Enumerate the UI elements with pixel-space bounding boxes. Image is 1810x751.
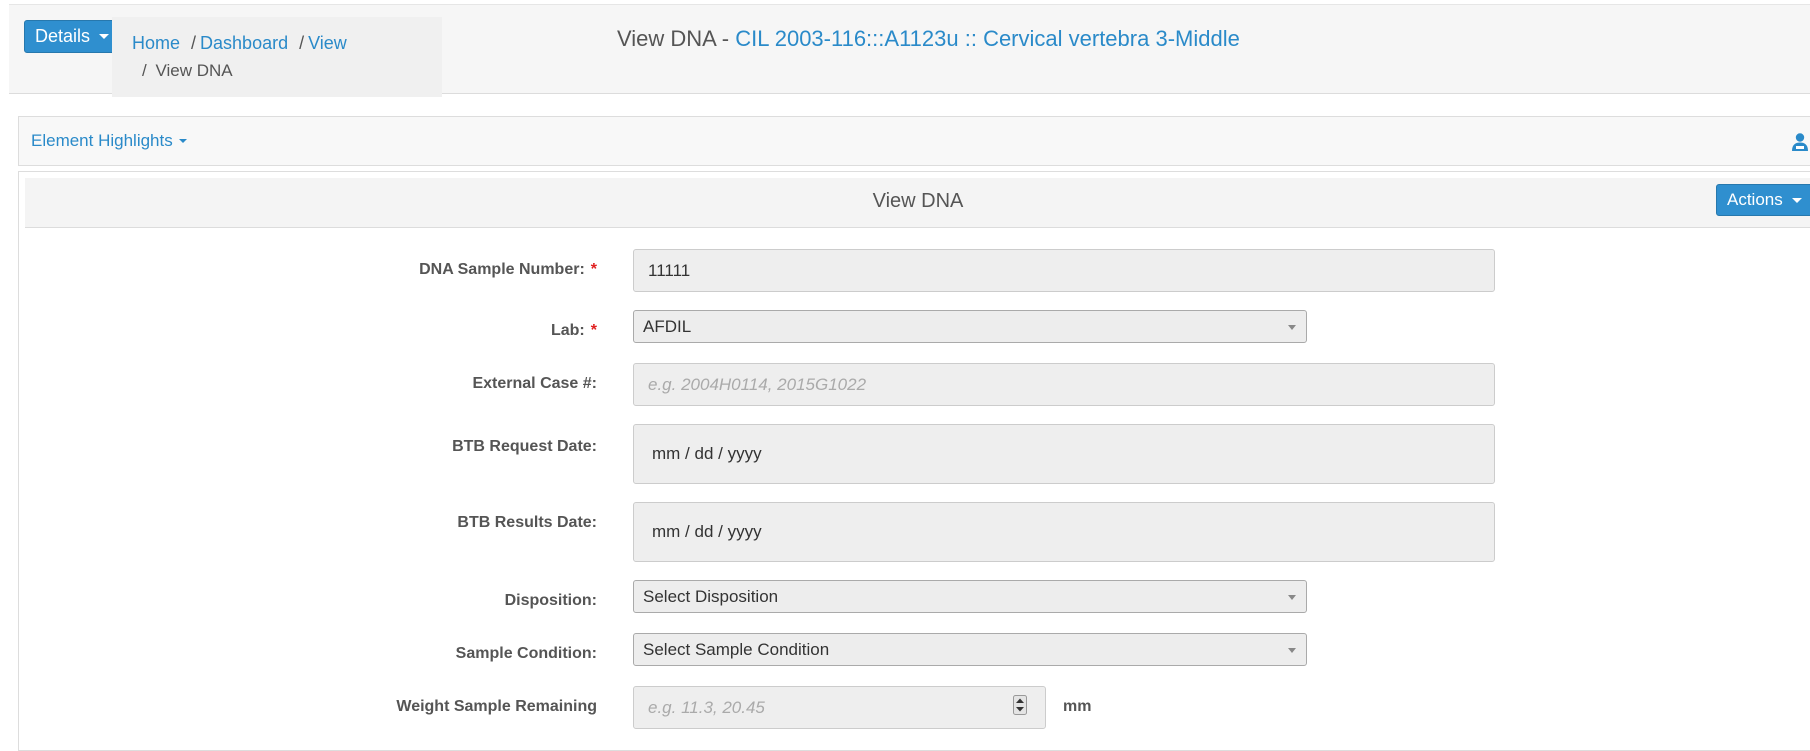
select-arrow-icon	[1288, 647, 1296, 653]
sample-condition-select[interactable]: Select Sample Condition	[633, 633, 1307, 666]
select-arrow-icon	[1288, 324, 1296, 330]
sample-condition-selected-value: Select Sample Condition	[643, 639, 830, 659]
external-case-placeholder: e.g. 2004H0114, 2015G1022	[648, 374, 867, 394]
btb-results-date-label: BTB Results Date:	[457, 514, 597, 531]
btb-request-date-input[interactable]: mm / dd / yyyy	[633, 424, 1495, 484]
btb-results-date-input[interactable]: mm / dd / yyyy	[633, 502, 1495, 562]
details-button-label: Details	[35, 26, 91, 46]
dna-sample-number-label-text: DNA Sample Number:	[419, 261, 585, 278]
panel-header: View DNA Actions	[25, 178, 1810, 228]
disposition-label: Disposition:	[504, 592, 597, 609]
details-dropdown-button[interactable]: Details	[24, 20, 121, 53]
lab-label-text: Lab:	[550, 322, 585, 339]
disposition-select[interactable]: Select Disposition	[633, 580, 1307, 613]
breadcrumb: Home / Dashboard / View / View DNA	[112, 17, 442, 97]
element-highlights-label: Element Highlights	[31, 131, 173, 150]
dna-sample-number-value: 11111	[648, 260, 691, 280]
page-title-link[interactable]: CIL 2003-116:::A1123u :: Cervical verteb…	[735, 26, 1240, 51]
breadcrumb-view[interactable]: View	[308, 33, 347, 53]
lab-selected-value: AFDIL	[643, 316, 692, 336]
btb-request-date-label: BTB Request Date:	[452, 438, 597, 455]
external-case-label: External Case #:	[472, 375, 597, 392]
caret-down-icon	[1791, 197, 1802, 203]
element-highlights-bar: Element Highlights	[18, 116, 1810, 166]
sample-condition-label: Sample Condition:	[455, 645, 597, 662]
external-case-input[interactable]: e.g. 2004H0114, 2015G1022	[633, 363, 1495, 406]
page-title: View DNA - CIL 2003-116:::A1123u :: Cerv…	[617, 26, 1240, 52]
element-highlights-dropdown[interactable]: Element Highlights	[31, 131, 187, 151]
breadcrumb-dashboard[interactable]: Dashboard	[200, 33, 288, 53]
btb-request-date-value: mm / dd / yyyy	[652, 444, 762, 463]
breadcrumb-separator: /	[142, 61, 147, 80]
caret-down-icon	[178, 139, 187, 143]
page-title-prefix: View DNA -	[617, 26, 736, 51]
user-icon[interactable]	[1791, 132, 1809, 152]
lab-label: Lab: *	[551, 322, 597, 340]
weight-remaining-input[interactable]: e.g. 11.3, 20.45	[633, 686, 1046, 729]
breadcrumb-separator: /	[299, 33, 305, 53]
weight-remaining-label: Weight Sample Remaining	[396, 698, 597, 715]
page-header: Details Home / Dashboard / View / View DNA V…	[9, 4, 1810, 97]
weight-remaining-placeholder: e.g. 11.3, 20.45	[648, 697, 765, 717]
actions-dropdown-button[interactable]: Actions	[1716, 184, 1810, 216]
disposition-selected-value: Select Disposition	[643, 586, 779, 606]
required-marker: *	[590, 261, 597, 278]
dna-sample-number-label: DNA Sample Number: *	[419, 261, 597, 279]
required-marker: *	[590, 322, 597, 339]
caret-down-icon	[99, 34, 110, 39]
select-arrow-icon	[1288, 594, 1296, 600]
breadcrumb-separator: /	[191, 33, 197, 53]
dna-sample-number-input[interactable]: 11111	[633, 249, 1495, 292]
panel-title: View DNA	[872, 190, 964, 212]
actions-button-label: Actions	[1727, 190, 1783, 209]
breadcrumb-home[interactable]: Home	[132, 33, 180, 53]
breadcrumb-current: View DNA	[155, 61, 233, 80]
weight-unit-label: mm	[1063, 698, 1092, 715]
lab-select[interactable]: AFDIL	[633, 310, 1307, 343]
number-spinner-icon[interactable]	[1013, 695, 1027, 715]
btb-results-date-value: mm / dd / yyyy	[652, 522, 762, 541]
